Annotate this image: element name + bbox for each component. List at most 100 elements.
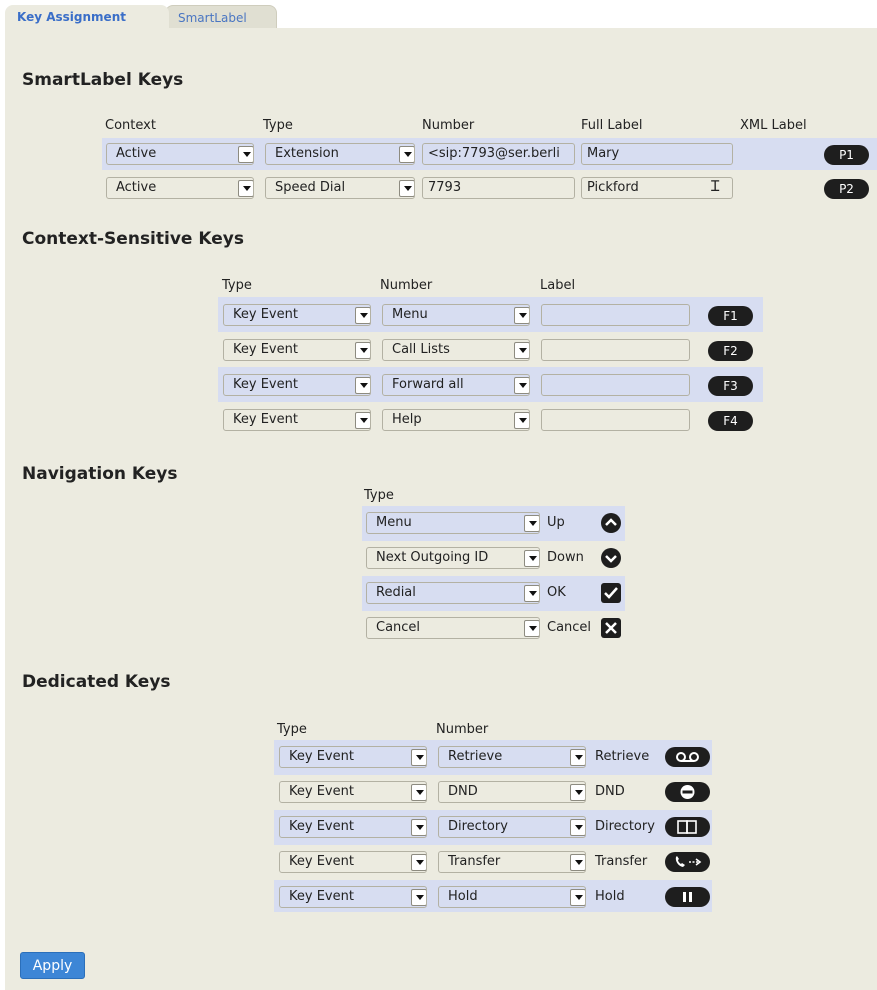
chevron-down-icon (411, 819, 426, 836)
number-header: Number (422, 118, 475, 133)
chevron-down-icon (514, 307, 529, 324)
number-select[interactable]: Forward all (382, 374, 530, 396)
key-label: Down (547, 550, 584, 565)
key-label: OK (547, 585, 566, 600)
key-label: Hold (595, 889, 625, 904)
context-keys-section-title: Context-Sensitive Keys (22, 229, 244, 249)
apply-button[interactable]: Apply (20, 952, 85, 979)
chevron-down-icon (355, 412, 370, 429)
chevron-down-icon (411, 889, 426, 906)
chevron-down-icon (570, 784, 585, 801)
voicemail-icon (665, 747, 710, 767)
navigation-section-title: Navigation Keys (22, 464, 178, 484)
type-header: Type (222, 278, 252, 293)
type-select[interactable]: Key Event (279, 816, 427, 838)
key-badge: P2 (824, 179, 869, 199)
number-select[interactable]: Hold (438, 886, 586, 908)
chevron-down-icon (514, 377, 529, 394)
type-select[interactable]: Key Event (223, 374, 371, 396)
key-badge: F3 (708, 376, 753, 396)
number-header: Number (380, 278, 433, 293)
chevron-down-icon (570, 889, 585, 906)
type-select[interactable]: Redial (366, 582, 540, 604)
type-select[interactable]: Cancel (366, 617, 540, 639)
type-select[interactable]: Key Event (279, 781, 427, 803)
context-select[interactable]: Active (106, 177, 254, 199)
number-input[interactable]: <sip:7793@ser.berli (422, 143, 575, 165)
chevron-up-icon (601, 513, 621, 533)
type-select[interactable]: Menu (366, 512, 540, 534)
label-header: Label (540, 278, 576, 293)
chevron-down-icon (355, 307, 370, 324)
do-not-disturb-icon (665, 782, 710, 802)
xml-label-header: XML Label (740, 118, 807, 133)
number-header: Number (436, 722, 489, 737)
smartlabel-section-title: SmartLabel Keys (22, 70, 184, 90)
tab-smartlabel[interactable]: SmartLabel (165, 5, 277, 29)
chevron-down-icon (411, 749, 426, 766)
chevron-down-icon (570, 854, 585, 871)
type-header: Type (364, 488, 394, 503)
type-select[interactable]: Extension (265, 143, 415, 165)
number-select[interactable]: Transfer (438, 851, 586, 873)
chevron-down-icon (524, 515, 539, 532)
key-badge: F4 (708, 411, 753, 431)
close-icon (601, 618, 621, 638)
dedicated-section-title: Dedicated Keys (22, 672, 171, 692)
label-input[interactable] (541, 374, 690, 396)
key-badge: F2 (708, 341, 753, 361)
chevron-down-icon (514, 342, 529, 359)
label-input[interactable] (541, 339, 690, 361)
chevron-down-icon (355, 377, 370, 394)
directory-book-icon (665, 817, 710, 837)
key-label: Up (547, 515, 565, 530)
label-input[interactable] (541, 409, 690, 431)
type-select[interactable]: Key Event (279, 746, 427, 768)
text-cursor-icon: Ɪ (711, 177, 720, 195)
chevron-down-icon (238, 180, 253, 197)
chevron-down-icon (399, 180, 414, 197)
type-select[interactable]: Key Event (223, 339, 371, 361)
number-select[interactable]: Help (382, 409, 530, 431)
type-select[interactable]: Key Event (223, 409, 371, 431)
tab-key-assignment[interactable]: Key Assignment (5, 5, 169, 29)
context-header: Context (105, 118, 156, 133)
key-label: DND (595, 784, 625, 799)
key-label: Directory (595, 819, 655, 834)
full-label-input[interactable]: Mary (581, 143, 733, 165)
context-select[interactable]: Active (106, 143, 254, 165)
chevron-down-icon (524, 585, 539, 602)
type-select[interactable]: Key Event (223, 304, 371, 326)
key-badge: F1 (708, 306, 753, 326)
chevron-down-icon (570, 819, 585, 836)
key-badge: P1 (824, 145, 869, 165)
chevron-down-icon (524, 620, 539, 637)
type-header: Type (263, 118, 293, 133)
key-label: Cancel (547, 620, 592, 635)
chevron-down-icon (238, 146, 253, 163)
key-label: Retrieve (595, 749, 650, 764)
number-select[interactable]: Retrieve (438, 746, 586, 768)
number-select[interactable]: DND (438, 781, 586, 803)
number-select[interactable]: Menu (382, 304, 530, 326)
type-select[interactable]: Speed Dial (265, 177, 415, 199)
number-select[interactable]: Call Lists (382, 339, 530, 361)
chevron-down-icon (411, 854, 426, 871)
number-input[interactable]: 7793 (422, 177, 575, 199)
type-select[interactable]: Key Event (279, 851, 427, 873)
full-label-header: Full Label (581, 118, 643, 133)
chevron-down-icon (399, 146, 414, 163)
tab-key-assignment-label: Key Assignment (17, 10, 126, 24)
number-select[interactable]: Directory (438, 816, 586, 838)
type-select[interactable]: Key Event (279, 886, 427, 908)
type-select[interactable]: Next Outgoing ID (366, 547, 540, 569)
tab-smartlabel-label: SmartLabel (178, 11, 247, 25)
hold-icon (665, 887, 710, 907)
chevron-down-icon (601, 548, 621, 568)
transfer-icon (665, 852, 710, 872)
label-input[interactable] (541, 304, 690, 326)
key-label: Transfer (595, 854, 648, 869)
checkmark-icon (601, 583, 621, 603)
chevron-down-icon (524, 550, 539, 567)
chevron-down-icon (570, 749, 585, 766)
